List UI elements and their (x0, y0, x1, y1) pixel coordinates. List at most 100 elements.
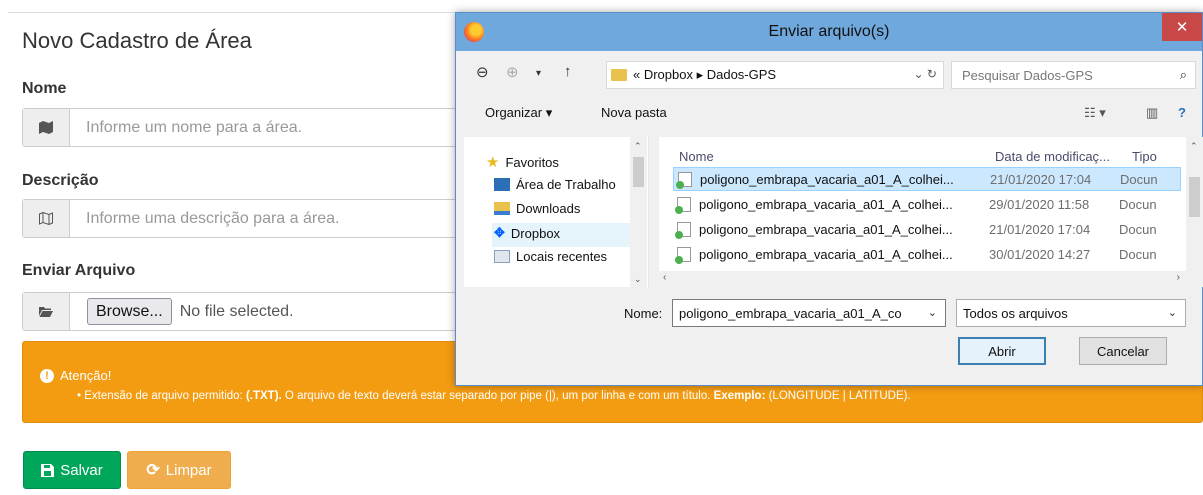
star-icon: ★ (486, 154, 500, 171)
file-row[interactable]: poligono_embrapa_vacaria_a01_A_colhei...… (673, 192, 1181, 216)
nav-item-label: Favoritos (505, 154, 559, 170)
open-button[interactable]: Abrir (958, 337, 1046, 365)
alert-text-3: (LONGITUDE | LATITUDE). (765, 390, 911, 402)
column-date-header[interactable]: Data de modificaç... (995, 149, 1110, 164)
file-name: poligono_embrapa_vacaria_a01_A_colhei... (699, 246, 953, 262)
file-name: poligono_embrapa_vacaria_a01_A_colhei... (699, 221, 953, 237)
name-label: Nome (22, 80, 67, 97)
navigation-pane: ★ Favoritos Área de Trabalho Downloads ✥… (464, 137, 649, 287)
alert-ext-bold: (.TXT). (245, 390, 282, 402)
search-input[interactable]: Pesquisar Dados-GPS ⌕ (951, 61, 1196, 89)
file-label: Enviar Arquivo (22, 262, 136, 279)
nav-item-downloads[interactable]: Downloads (494, 201, 580, 216)
alert-text-1: • Extensão de arquivo permitido: (77, 390, 246, 402)
file-date: 21/01/2020 17:04 (990, 171, 1092, 187)
address-path: « Dropbox ▸ Dados-GPS (633, 67, 777, 82)
dropbox-icon: ✥ (494, 225, 505, 240)
close-button[interactable]: ✕ (1162, 13, 1202, 41)
alert-text: • Extensão de arquivo permitido: (.TXT).… (77, 390, 911, 402)
search-icon: ⌕ (1179, 67, 1187, 82)
address-bar[interactable]: « Dropbox ▸ Dados-GPS ⌄ ↻ (606, 61, 944, 89)
dialog-titlebar: Enviar arquivo(s) ✕ (456, 13, 1202, 51)
text-file-icon (675, 221, 691, 239)
back-arrow-icon[interactable]: ⊖ (476, 63, 489, 81)
alert-example-bold: Exemplo: (713, 390, 766, 402)
file-type: Docun (1119, 246, 1157, 262)
clear-button[interactable]: ⟳ Limpar (127, 451, 231, 489)
filename-label: Nome: (624, 306, 663, 321)
nav-item-label: Locais recentes (516, 249, 608, 264)
clear-label: Limpar (165, 461, 212, 479)
file-type: Docun (1119, 221, 1157, 237)
filetype-value: Todos os arquivos (963, 305, 1068, 321)
refresh-icon[interactable]: ⌄ ↻ (914, 67, 937, 81)
file-type: Docun (1119, 196, 1157, 212)
file-row[interactable]: poligono_embrapa_vacaria_a01_A_colhei...… (673, 167, 1181, 191)
filetype-select[interactable]: Todos os arquivos ⌄ (956, 299, 1186, 327)
file-name: poligono_embrapa_vacaria_a01_A_colhei... (700, 171, 954, 187)
file-type: Docun (1120, 171, 1158, 187)
forward-arrow-icon[interactable]: ⊕ (506, 63, 519, 81)
browse-button[interactable]: Browse... (87, 298, 172, 325)
nav-item-desktop[interactable]: Área de Trabalho (494, 177, 616, 192)
nav-item-recent[interactable]: Locais recentes (494, 249, 607, 264)
nav-item-label: Área de Trabalho (516, 177, 616, 192)
save-icon (41, 463, 55, 477)
save-button[interactable]: Salvar (23, 451, 121, 489)
file-row[interactable]: poligono_embrapa_vacaria_a01_A_colhei...… (673, 242, 1181, 266)
file-name: poligono_embrapa_vacaria_a01_A_colhei... (699, 196, 953, 212)
file-date: 30/01/2020 14:27 (989, 246, 1091, 262)
view-options-icon[interactable]: ☷ ▾ (1084, 105, 1106, 121)
refresh-icon: ⟳ (146, 462, 160, 479)
file-row[interactable]: poligono_embrapa_vacaria_a01_A_colhei...… (673, 217, 1181, 241)
file-date: 29/01/2020 11:58 (989, 196, 1090, 212)
organize-menu[interactable]: Organizar ▾ (485, 105, 552, 121)
text-file-icon (675, 196, 691, 214)
nav-item-favorites[interactable]: ★ Favoritos (486, 153, 559, 171)
column-type-header[interactable]: Tipo (1132, 149, 1157, 164)
text-file-icon (676, 171, 692, 189)
up-arrow-icon[interactable]: ↑ (564, 63, 572, 80)
file-date: 21/01/2020 17:04 (989, 221, 1091, 237)
text-file-icon (675, 246, 691, 264)
save-label: Salvar (60, 461, 103, 479)
preview-pane-icon[interactable]: ▥ (1146, 105, 1158, 121)
dialog-footer: Nome: poligono_embrapa_vacaria_a01_A_co … (456, 299, 1202, 385)
page: Novo Cadastro de Área Nome Informe um no… (0, 0, 1203, 495)
dialog-toolbar: Organizar ▾ Nova pasta ☷ ▾ ▥ ? (456, 97, 1202, 131)
page-title: Novo Cadastro de Área (22, 28, 252, 53)
description-label: Descrição (22, 172, 99, 189)
recent-dropdown-icon[interactable]: ▾ (536, 68, 541, 79)
alert-header: ! Atenção! (40, 368, 111, 383)
chevron-down-icon: ⌄ (1167, 307, 1177, 319)
nav-scrollbar[interactable]: ⌃ ⌄ (630, 137, 647, 287)
cancel-button[interactable]: Cancelar (1079, 337, 1167, 365)
new-folder-button[interactable]: Nova pasta (601, 105, 667, 120)
info-icon: ! (40, 368, 54, 383)
file-status-text: No file selected. (179, 302, 294, 320)
help-icon[interactable]: ? (1178, 105, 1186, 120)
recent-icon (494, 250, 510, 263)
folder-open-icon (23, 293, 70, 330)
dialog-navbar: ⊖ ⊕ ▾ ↑ « Dropbox ▸ Dados-GPS ⌄ ↻ Pesqui… (464, 59, 1196, 89)
nav-item-label: Downloads (516, 201, 581, 216)
file-dialog: Enviar arquivo(s) ✕ ⊖ ⊕ ▾ ↑ « Dropbox ▸ … (455, 12, 1203, 386)
downloads-icon (494, 202, 510, 215)
filename-value: poligono_embrapa_vacaria_a01_A_co (679, 305, 902, 321)
dialog-title: Enviar arquivo(s) (768, 23, 890, 40)
map-icon (23, 109, 70, 146)
folder-icon (611, 69, 627, 81)
column-name-header[interactable]: Nome (679, 149, 714, 164)
nav-item-label: Dropbox (510, 225, 561, 241)
file-list-scrollbar[interactable]: ⌃ (1186, 137, 1203, 287)
alert-text-2: O arquivo de texto deverá estar separado… (281, 390, 714, 402)
desktop-icon (494, 178, 510, 191)
file-list: Nome Data de modificaç... Tipo poligono_… (659, 137, 1196, 287)
search-placeholder: Pesquisar Dados-GPS (962, 67, 1093, 83)
map-outline-icon (23, 200, 70, 237)
chevron-down-icon: ⌄ (927, 307, 937, 319)
horizontal-scrollbar[interactable]: ‹ › (659, 271, 1196, 287)
filename-input[interactable]: poligono_embrapa_vacaria_a01_A_co ⌄ (672, 299, 946, 327)
nav-item-dropbox[interactable]: ✥ Dropbox (494, 225, 560, 241)
alert-title: Atenção! (60, 368, 112, 383)
